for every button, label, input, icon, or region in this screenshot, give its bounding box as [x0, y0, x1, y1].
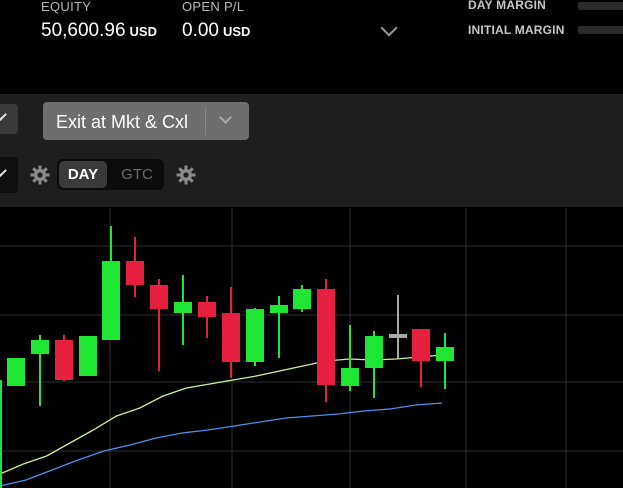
candle-doji [389, 295, 407, 358]
candle-body [246, 309, 264, 362]
candle-up [246, 308, 264, 366]
candle-up [79, 336, 97, 376]
equity-amount: 50,600.96 [41, 20, 126, 41]
expand-chevron-down-icon[interactable] [380, 19, 398, 37]
candle-body [79, 336, 97, 376]
tif-settings-gear-icon[interactable] [176, 165, 196, 185]
open-pl-label: OPEN P/L [182, 0, 245, 14]
candle-body [412, 329, 430, 361]
candle-body [174, 302, 192, 313]
open-pl-amount: 0.00 [182, 20, 219, 41]
candle-body [317, 289, 335, 385]
candle-up [436, 333, 454, 389]
account-summary-panel: EQUITY 50,600.96 USD OPEN P/L 0.00 USD DAY… [0, 0, 623, 94]
price-chart[interactable] [0, 208, 623, 488]
candle-up [31, 335, 49, 406]
chevron-down-icon [0, 108, 7, 121]
order-type-dropdown[interactable] [0, 157, 18, 193]
candle-up [7, 358, 25, 386]
open-pl-value: 0.00 USD [182, 20, 250, 42]
candle-body [222, 313, 240, 362]
split-divider [205, 107, 206, 135]
candle-up [365, 331, 383, 398]
candle-down [198, 296, 216, 338]
candle-up [174, 275, 192, 345]
candle-body [341, 368, 359, 386]
candle-up [270, 296, 288, 358]
tif-option-day[interactable]: DAY [59, 161, 107, 188]
candle-up [0, 380, 2, 488]
candle-body [365, 336, 383, 368]
candle-body [150, 285, 168, 309]
candles [0, 226, 454, 488]
candle-body [126, 261, 144, 285]
candle-up [341, 325, 359, 391]
candle-down [412, 329, 430, 387]
account-dropdown[interactable] [0, 104, 18, 134]
time-in-force-toggle: DAY GTC [57, 159, 164, 190]
open-pl-unit: USD [222, 24, 251, 39]
exit-at-market-cancel-button[interactable]: Exit at Mkt & Cxl [43, 102, 249, 140]
candle-body [436, 347, 454, 361]
candle-body [293, 289, 311, 309]
candle-up [293, 285, 311, 312]
candle-down [150, 279, 168, 371]
candle-body [55, 340, 73, 380]
candle-down [222, 287, 240, 378]
candle-body [270, 305, 288, 313]
candle-body [389, 334, 407, 338]
candle-down [55, 335, 73, 381]
candle-down [317, 279, 335, 402]
initial-margin-label: INITIAL MARGIN [468, 23, 565, 37]
candle-body [102, 261, 120, 340]
equity-label: EQUITY [41, 0, 92, 14]
initial-margin-bar [578, 26, 623, 34]
candle-body [7, 358, 25, 386]
candle-body [31, 340, 49, 354]
candle-up [102, 226, 120, 340]
order-settings-gear-icon[interactable] [30, 165, 50, 185]
exit-options-chevron-down-icon[interactable] [219, 111, 232, 124]
candle-body [198, 302, 216, 317]
day-margin-label: DAY MARGIN [468, 0, 547, 12]
equity-unit: USD [129, 24, 157, 39]
exit-button-label: Exit at Mkt & Cxl [56, 112, 189, 132]
day-margin-bar [578, 2, 623, 10]
candlestick-chart-svg[interactable] [0, 208, 623, 488]
chevron-down-icon [0, 164, 7, 177]
equity-value: 50,600.96 USD [41, 20, 157, 42]
tif-option-gtc[interactable]: GTC [113, 161, 161, 188]
